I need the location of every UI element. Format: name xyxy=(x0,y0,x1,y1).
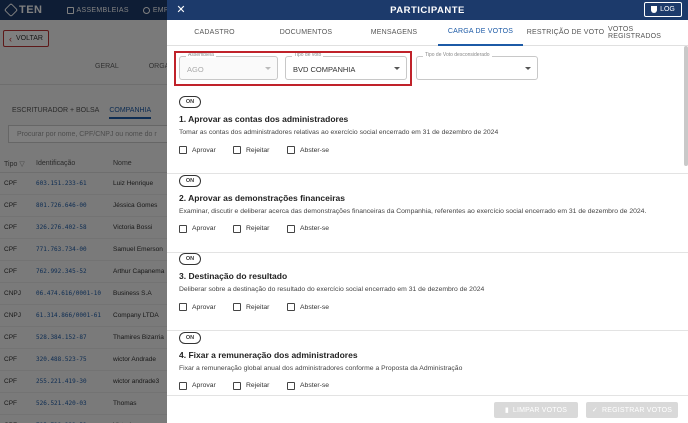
vote-option-abster-se[interactable]: Abster-se xyxy=(287,381,330,390)
vote-option-abster-se[interactable]: Abster-se xyxy=(287,303,329,311)
checkbox-label: Abster-se xyxy=(300,146,330,154)
tipo-voto-desconsiderado-select[interactable]: Tipo de Voto desconsiderado xyxy=(416,52,538,80)
log-button[interactable]: LOG xyxy=(644,2,682,17)
vote-option-aprovar[interactable]: Aprovar xyxy=(179,146,216,154)
checkbox-label: Abster-se xyxy=(300,225,330,232)
vote-option-rejeitar[interactable]: Rejeitar xyxy=(233,381,270,390)
panel-footer: ▮ LIMPAR VOTOS ✓ REGISTRAR VOTOS xyxy=(167,395,688,423)
tipo-voto-desconsiderado-label: Tipo de Voto desconsiderado xyxy=(423,52,492,58)
clear-votes-label: LIMPAR VOTOS xyxy=(512,406,568,414)
tab-votos-registrados[interactable]: VOTOS REGISTRADOS xyxy=(608,20,688,46)
votes-content: Assembleia AGO Tipo de voto BVD COMPANHI… xyxy=(167,46,688,395)
checkbox[interactable] xyxy=(233,381,241,390)
checkbox[interactable] xyxy=(179,303,187,311)
checkbox[interactable] xyxy=(179,146,187,154)
register-votes-label: REGISTRAR VOTOS xyxy=(601,406,673,414)
checkbox-label: Aprovar xyxy=(192,382,216,389)
tab-documentos[interactable]: DOCUMENTOS xyxy=(262,20,350,46)
participant-panel: ✕ PARTICIPANTE LOG CADASTRO DOCUMENTOS M… xyxy=(167,0,688,423)
checkbox-label: Rejeitar xyxy=(246,382,270,389)
check-icon: ✓ xyxy=(591,407,598,414)
checkbox[interactable] xyxy=(179,381,187,390)
checkbox[interactable] xyxy=(233,224,241,233)
checkbox[interactable] xyxy=(287,224,295,233)
question-title: 3. Destinação do resultado xyxy=(179,271,288,281)
checkbox[interactable] xyxy=(287,303,295,311)
chevron-down-icon xyxy=(525,67,531,70)
panel-header: ✕ PARTICIPANTE LOG xyxy=(167,0,688,20)
tab-restricao-de-voto[interactable]: RESTRIÇÃO DE VOTO xyxy=(523,20,608,46)
checkbox[interactable] xyxy=(179,224,187,233)
checkbox-label: Abster-se xyxy=(300,382,330,389)
vote-option-aprovar[interactable]: Aprovar xyxy=(179,224,216,233)
close-icon[interactable]: ✕ xyxy=(175,3,187,16)
tab-cadastro[interactable]: CADASTRO xyxy=(167,20,262,46)
question-toggle[interactable]: ON xyxy=(179,174,201,187)
question-description: Tomar as contas dos administradores rela… xyxy=(179,129,499,136)
checkbox-label: Rejeitar xyxy=(246,303,270,311)
question-title: 4. Fixar a remuneração dos administrador… xyxy=(179,349,358,360)
vote-option-aprovar[interactable]: Aprovar xyxy=(179,381,216,390)
question-toggle[interactable]: ON xyxy=(179,331,201,344)
tab-mensagens[interactable]: MENSAGENS xyxy=(350,20,438,46)
vote-option-rejeitar[interactable]: Rejeitar xyxy=(233,146,269,154)
highlight-box xyxy=(174,51,412,86)
checkbox[interactable] xyxy=(287,381,295,390)
checkbox-label: Aprovar xyxy=(192,146,216,154)
vote-option-abster-se[interactable]: Abster-se xyxy=(287,146,329,154)
checkbox[interactable] xyxy=(287,146,295,154)
vote-question: ON 1. Aprovar as contas dos administrador… xyxy=(167,96,688,174)
question-description: Examinar, discutir e deliberar acerca da… xyxy=(179,207,647,215)
checkbox-label: Aprovar xyxy=(192,225,216,232)
vote-option-abster-se[interactable]: Abster-se xyxy=(287,224,330,233)
tab-carga-de-votos[interactable]: CARGA DE VOTOS xyxy=(438,20,523,46)
checkbox[interactable] xyxy=(233,303,241,311)
question-description: Fixar a remuneração global anual dos adm… xyxy=(179,364,463,372)
checkbox-label: Abster-se xyxy=(300,303,330,311)
vote-option-rejeitar[interactable]: Rejeitar xyxy=(233,224,270,233)
scrollbar[interactable] xyxy=(684,46,688,166)
checkbox-label: Rejeitar xyxy=(246,225,270,232)
question-toggle[interactable]: ON xyxy=(179,253,201,265)
question-toggle[interactable]: ON xyxy=(179,96,201,108)
vote-question: ON 2. Aprovar as demonstrações financeira… xyxy=(167,174,688,253)
vote-option-rejeitar[interactable]: Rejeitar xyxy=(233,303,269,311)
checkbox-label: Aprovar xyxy=(192,303,216,311)
vote-question: ON 3. Destinação do resultado Deliberar so… xyxy=(167,253,688,331)
question-description: Deliberar sobre a destinação do resultad… xyxy=(179,286,485,293)
question-title: 1. Aprovar as contas dos administradores xyxy=(179,114,349,124)
panel-title: PARTICIPANTE xyxy=(390,4,465,16)
trash-icon: ▮ xyxy=(504,407,509,414)
clear-votes-button[interactable]: ▮ LIMPAR VOTOS xyxy=(494,402,578,418)
vote-filters: Assembleia AGO Tipo de voto BVD COMPANHI… xyxy=(167,46,688,86)
question-title: 2. Aprovar as demonstrações financeiras xyxy=(179,192,345,203)
checkbox[interactable] xyxy=(233,146,241,154)
checkbox-label: Rejeitar xyxy=(246,146,270,154)
shield-icon xyxy=(651,6,658,13)
vote-question: ON 4. Fixar a remuneração dos administrad… xyxy=(167,331,688,396)
register-votes-button[interactable]: ✓ REGISTRAR VOTOS xyxy=(586,402,678,418)
vote-option-aprovar[interactable]: Aprovar xyxy=(179,303,216,311)
log-label: LOG xyxy=(660,6,675,13)
panel-tabs: CADASTRO DOCUMENTOS MENSAGENS CARGA DE V… xyxy=(167,20,688,46)
